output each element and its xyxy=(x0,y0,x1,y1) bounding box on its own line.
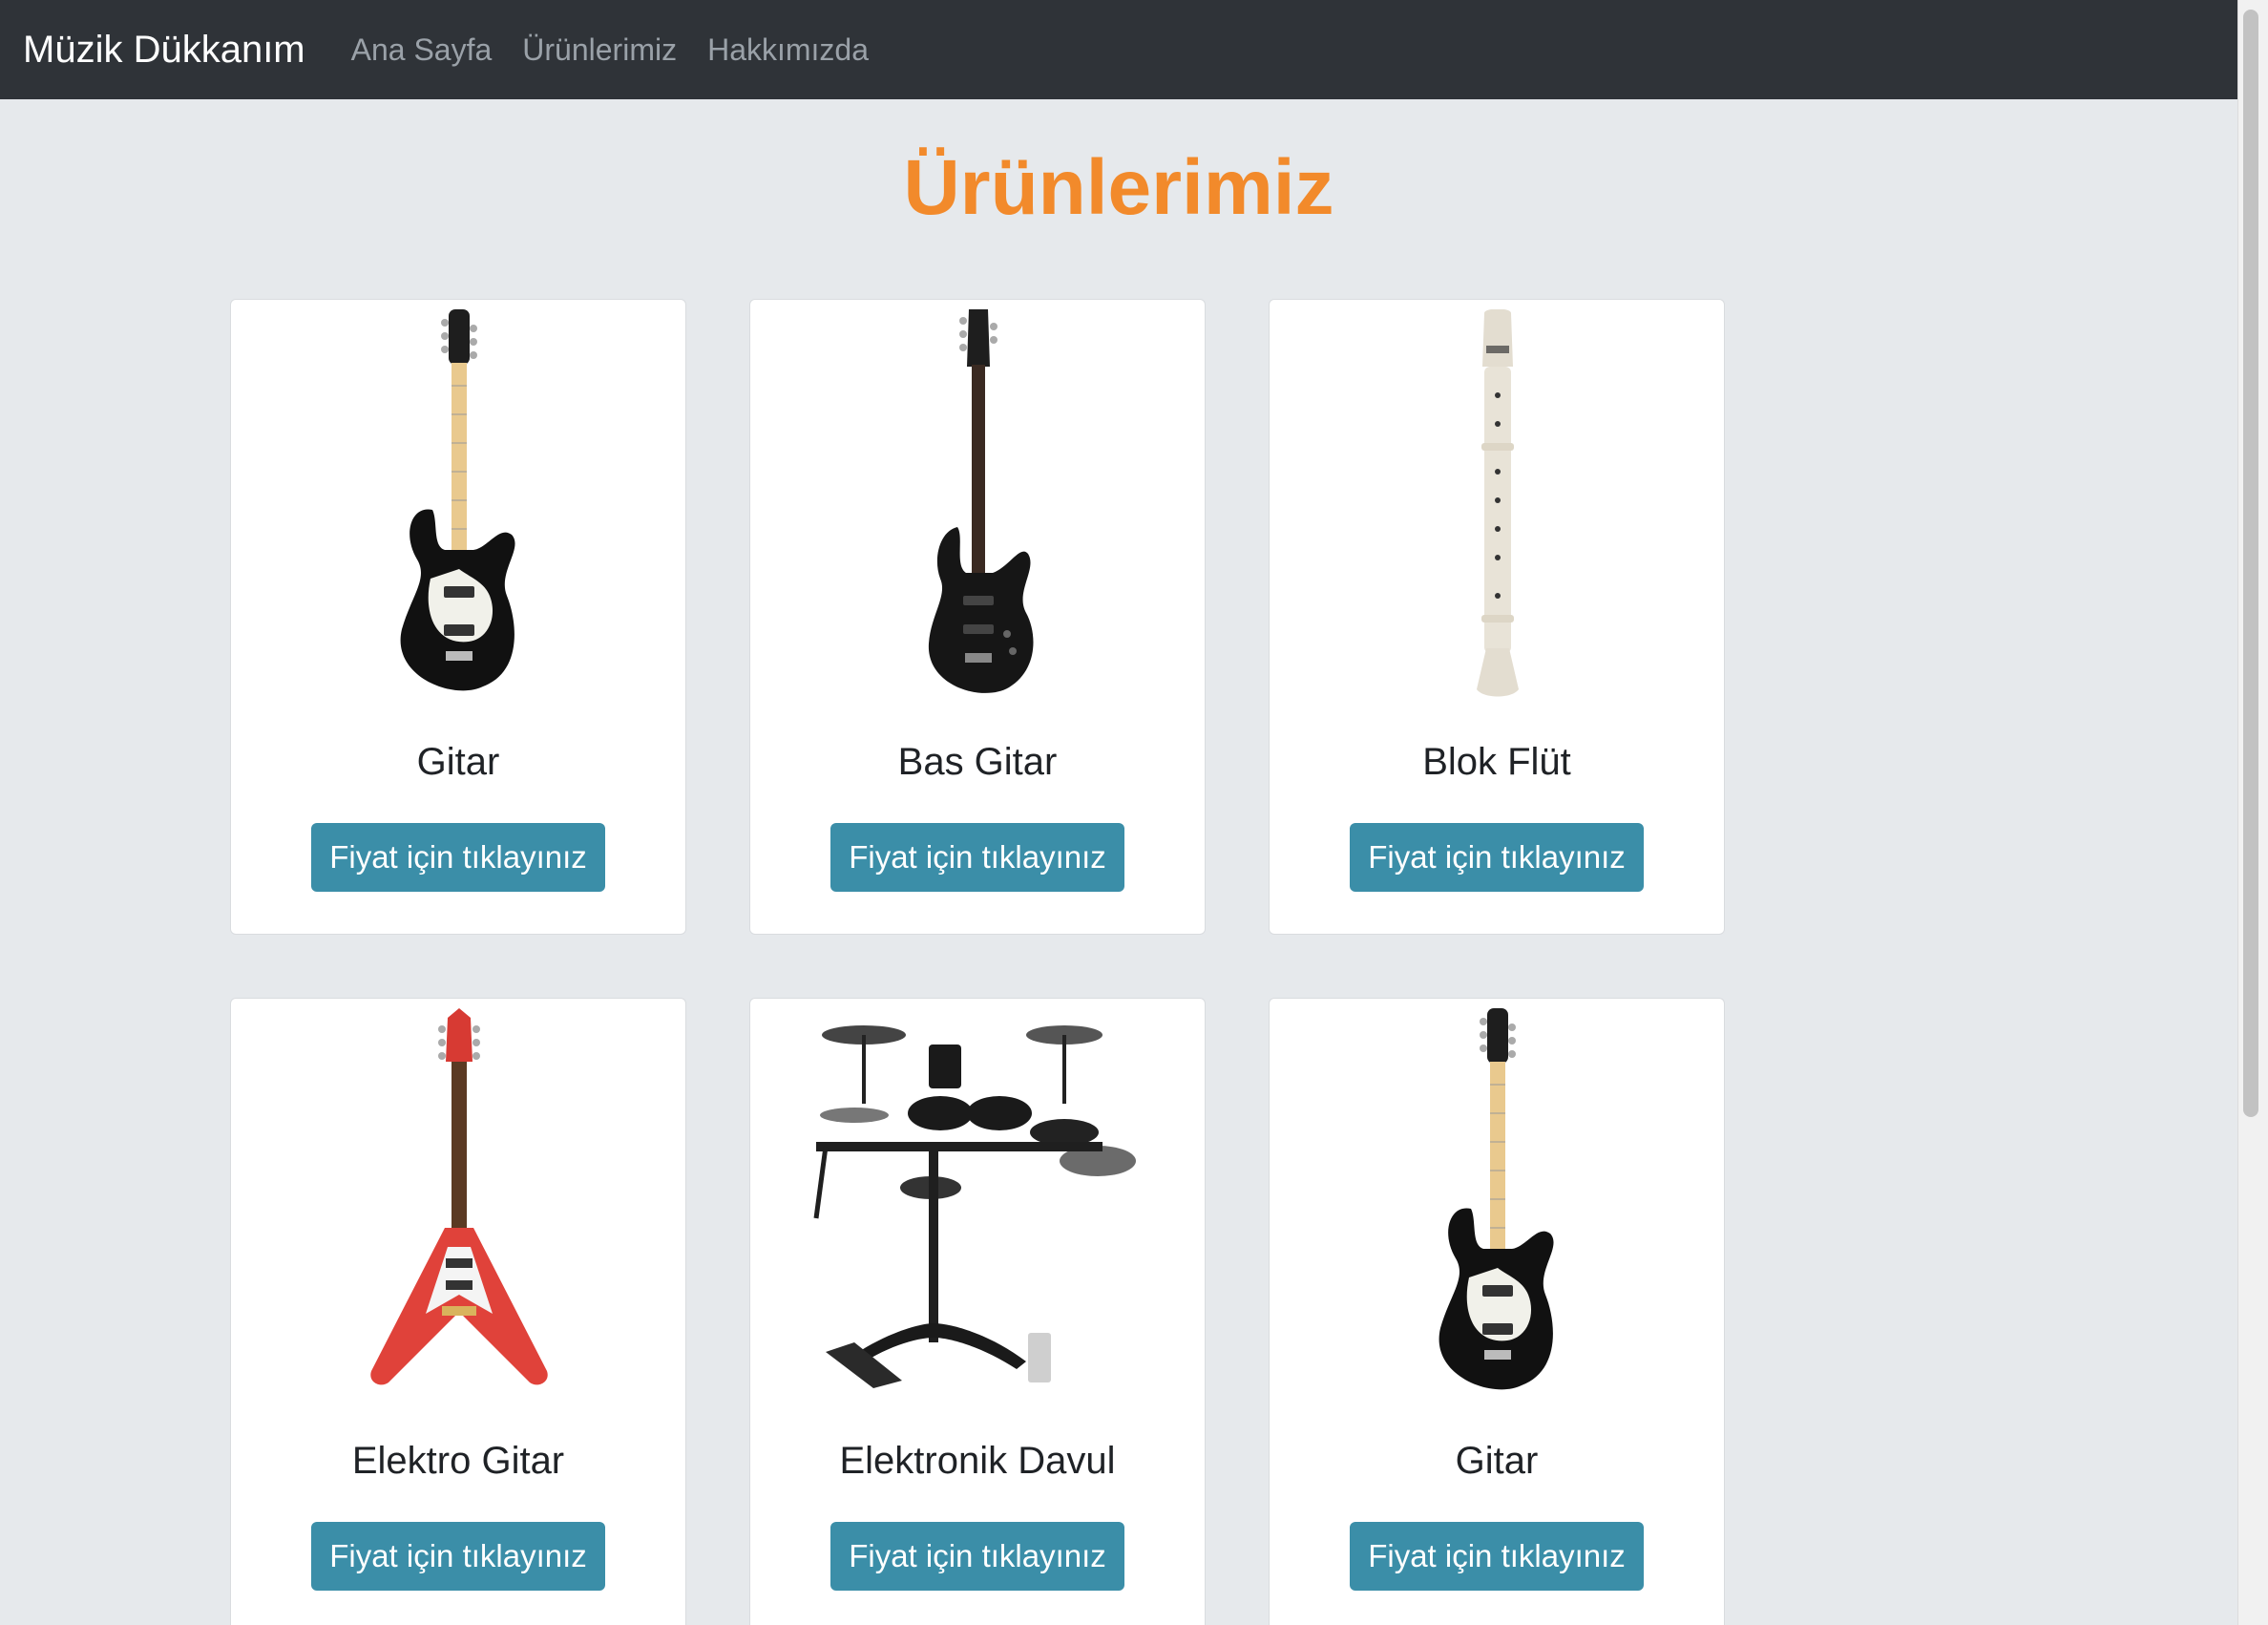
bass-guitar-image xyxy=(928,309,1034,693)
navbar: Müzik Dükkanım Ana Sayfa Ürünlerimiz Hak… xyxy=(0,0,2237,99)
electric-guitar-image xyxy=(400,309,515,691)
price-button[interactable]: Fiyat için tıklayınız xyxy=(1350,1522,1644,1591)
product-title: Bas Gitar xyxy=(897,741,1058,783)
product-title: Gitar xyxy=(416,741,500,783)
product-card: Elektronik Davul Fiyat için tıklayınız xyxy=(749,998,1206,1625)
product-card: Blok Flüt Fiyat için tıklayınız xyxy=(1269,299,1725,935)
nav-link-products[interactable]: Ürünlerimiz xyxy=(522,32,677,68)
product-card: Bas Gitar Fiyat için tıklayınız xyxy=(749,299,1206,935)
product-card: Gitar Fiyat için tıklayınız xyxy=(230,299,686,935)
nav-link-about[interactable]: Hakkımızda xyxy=(707,32,869,68)
product-title: Blok Flüt xyxy=(1422,741,1571,783)
page-title: Ürünlerimiz xyxy=(903,144,1334,231)
price-button[interactable]: Fiyat için tıklayınız xyxy=(311,1522,605,1591)
product-title: Elektronik Davul xyxy=(839,1440,1116,1482)
price-button[interactable]: Fiyat için tıklayınız xyxy=(830,1522,1124,1591)
electronic-drum-kit-image xyxy=(813,1025,1136,1388)
electric-guitar-image xyxy=(1438,1008,1554,1390)
product-card: Elektro Gitar Fiyat için tıklayınız xyxy=(230,998,686,1625)
recorder-flute-image xyxy=(1477,309,1519,697)
price-button[interactable]: Fiyat için tıklayınız xyxy=(830,823,1124,892)
price-button[interactable]: Fiyat için tıklayınız xyxy=(1350,823,1644,892)
price-button[interactable]: Fiyat için tıklayınız xyxy=(311,823,605,892)
product-title: Gitar xyxy=(1455,1440,1539,1482)
brand-link[interactable]: Müzik Dükkanım xyxy=(23,29,305,72)
product-card: Gitar Fiyat için tıklayınız xyxy=(1269,998,1725,1625)
scrollbar-thumb[interactable] xyxy=(2243,10,2258,1117)
flying-v-guitar-image xyxy=(370,1008,548,1385)
nav-link-home[interactable]: Ana Sayfa xyxy=(351,32,493,68)
product-title: Elektro Gitar xyxy=(351,1440,565,1482)
